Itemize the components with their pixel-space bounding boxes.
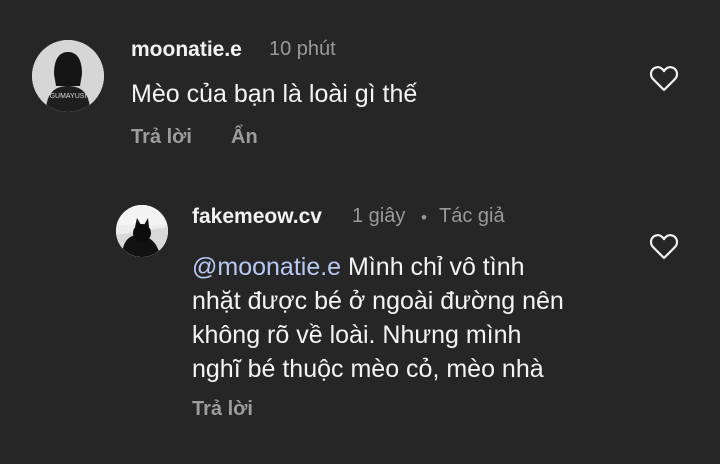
- reply-text-line-2: nhặt được bé ở ngoài đường nên: [192, 287, 564, 315]
- reply-reply-button[interactable]: Trả lời: [192, 398, 253, 421]
- reply-text-segment: Mình chỉ vô tình: [348, 253, 525, 281]
- mention-link[interactable]: @moonatie.e: [192, 253, 341, 281]
- heart-outline-icon[interactable]: [649, 233, 679, 261]
- reply-text-line-4: nghĩ bé thuộc mèo cỏ, mèo nhà: [192, 355, 544, 383]
- reply-text-line-3: không rõ về loài. Nhưng mình: [192, 321, 522, 349]
- reply-text: @moonatie.e Mình chỉ vô tình nhặt được b…: [192, 250, 622, 386]
- comment-time: 10 phút: [269, 38, 336, 60]
- reply-time: 1 giây: [352, 205, 406, 227]
- avatar[interactable]: GUMAYUSI: [32, 40, 104, 112]
- heart-outline-icon[interactable]: [649, 65, 679, 93]
- reply-text-line-1: @moonatie.e Mình chỉ vô tình: [192, 250, 622, 284]
- comment-username[interactable]: moonatie.e: [131, 38, 242, 62]
- meta-separator: •: [421, 208, 427, 227]
- reply-avatar[interactable]: [116, 205, 168, 257]
- avatar-label: GUMAYUSI: [50, 93, 87, 100]
- reply-button[interactable]: Trả lời: [131, 126, 192, 149]
- author-badge: Tác giả: [439, 205, 505, 227]
- hide-button[interactable]: Ẩn: [231, 126, 258, 149]
- reply-username[interactable]: fakemeow.cv: [192, 205, 322, 229]
- comment-text: Mèo của bạn là loài gì thế: [131, 80, 418, 108]
